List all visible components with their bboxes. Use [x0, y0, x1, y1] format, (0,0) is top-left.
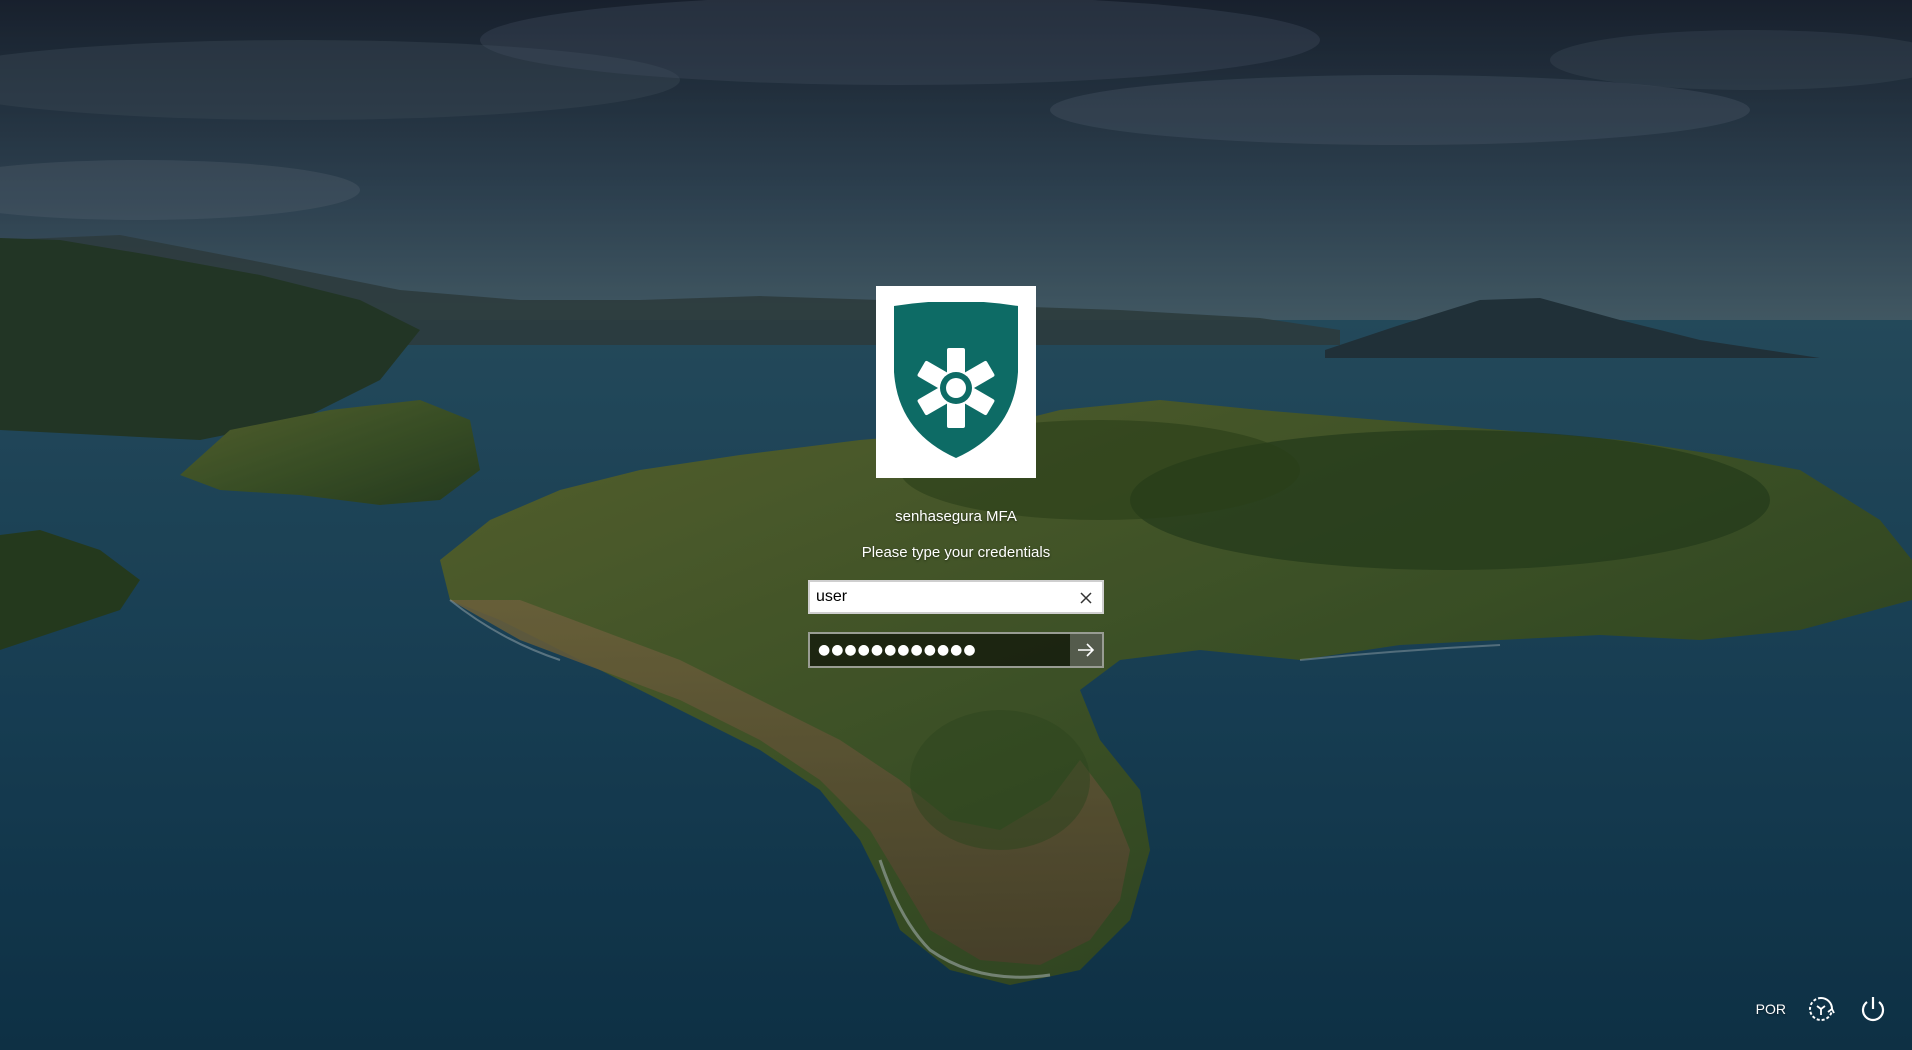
- shield-asterisk-icon: [894, 302, 1018, 458]
- credentials-prompt: Please type your credentials: [861, 544, 1051, 561]
- accessibility-button[interactable]: [1804, 992, 1838, 1026]
- clear-username-button[interactable]: [1076, 588, 1096, 608]
- lock-screen: senhasegura MFA Please type your credent…: [0, 0, 1912, 1050]
- power-icon: [1861, 997, 1885, 1022]
- password-input[interactable]: ●●●●●●●●●●●●: [810, 642, 1070, 658]
- ease-of-access-icon: [1809, 997, 1835, 1021]
- username-input[interactable]: [810, 583, 1066, 611]
- arrow-right-icon: [1078, 643, 1095, 657]
- username-field[interactable]: [808, 580, 1104, 614]
- credential-panel: senhasegura MFA Please type your credent…: [806, 286, 1106, 668]
- lock-screen-tray: POR: [1756, 992, 1890, 1026]
- provider-logo: [876, 286, 1036, 478]
- submit-button[interactable]: [1070, 634, 1102, 666]
- language-indicator[interactable]: POR: [1756, 1001, 1786, 1017]
- close-icon: [1080, 592, 1092, 604]
- provider-name: senhasegura MFA: [895, 508, 1017, 525]
- power-button[interactable]: [1856, 992, 1890, 1026]
- password-field[interactable]: ●●●●●●●●●●●●: [808, 632, 1104, 668]
